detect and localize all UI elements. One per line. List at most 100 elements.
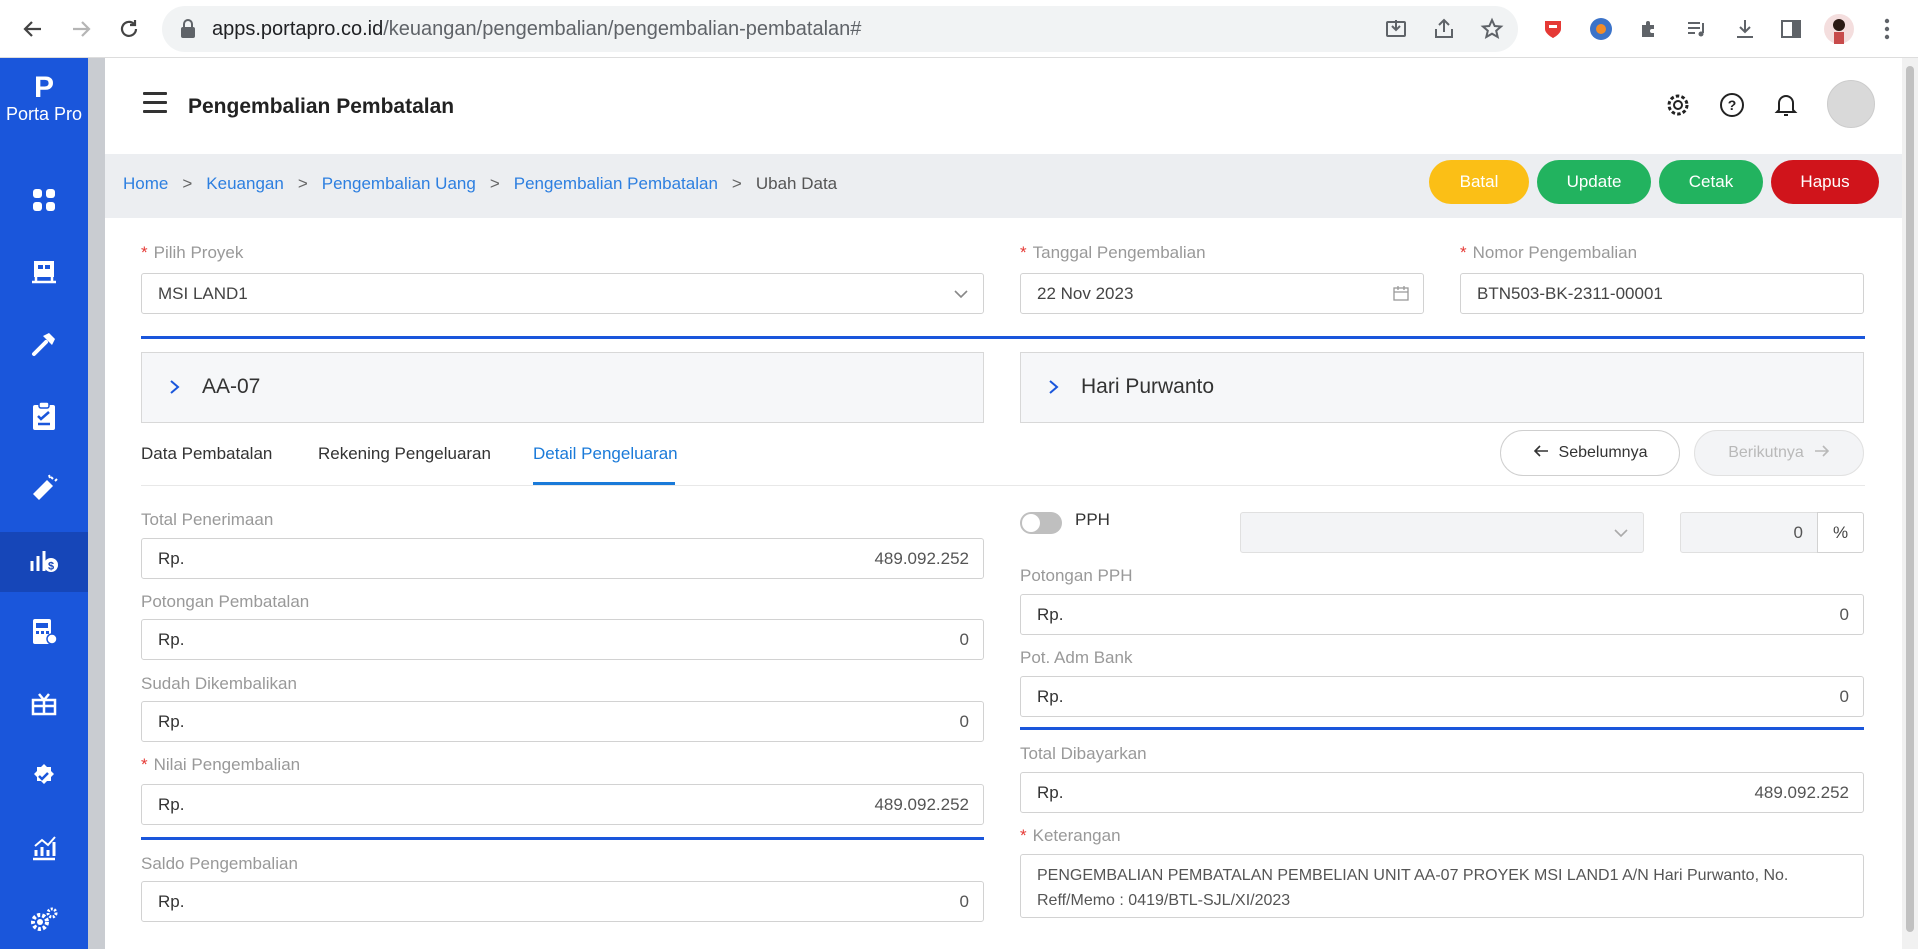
clipboard-icon bbox=[31, 400, 57, 436]
update-button[interactable]: Update bbox=[1537, 160, 1651, 204]
customer-card[interactable]: Hari Purwanto bbox=[1020, 352, 1864, 423]
nomor-label: * Nomor Pengembalian bbox=[1460, 243, 1638, 262]
batal-button[interactable]: Batal bbox=[1429, 160, 1529, 204]
extension-shield-icon[interactable] bbox=[1536, 12, 1570, 46]
sidebar-item-finance[interactable]: $ bbox=[0, 532, 88, 592]
pph-toggle[interactable] bbox=[1020, 512, 1062, 534]
sidebar-item-marketing[interactable] bbox=[0, 460, 88, 520]
media-queue-icon[interactable] bbox=[1680, 12, 1714, 46]
app-logo[interactable]: P Porta Pro bbox=[0, 72, 88, 125]
user-avatar[interactable] bbox=[1827, 80, 1875, 128]
breadcrumb-separator: > bbox=[489, 174, 500, 193]
total-dibayarkan-field[interactable]: Rp. 489.092.252 bbox=[1020, 772, 1864, 813]
breadcrumb-separator: > bbox=[297, 174, 308, 193]
bell-icon[interactable] bbox=[1769, 88, 1803, 122]
total-penerimaan-field[interactable]: Rp. 489.092.252 bbox=[141, 538, 984, 579]
unit-card[interactable]: AA-07 bbox=[141, 352, 984, 423]
install-icon[interactable] bbox=[1384, 17, 1408, 46]
total-penerimaan-label: Total Penerimaan bbox=[141, 510, 274, 529]
chevron-right-icon bbox=[168, 377, 182, 402]
settings-icon bbox=[29, 906, 59, 939]
sidebar-item-property[interactable] bbox=[0, 244, 88, 304]
pot-adm-bank-label: Pot. Adm Bank bbox=[1020, 648, 1133, 667]
cetak-button[interactable]: Cetak bbox=[1659, 160, 1763, 204]
extension-circle-icon[interactable] bbox=[1584, 12, 1618, 46]
potongan-pembatalan-field[interactable]: Rp. 0 bbox=[141, 619, 984, 660]
saldo-pengembalian-label: Saldo Pengembalian bbox=[141, 854, 298, 873]
sidebar-item-report[interactable] bbox=[0, 820, 88, 880]
chevron-right-icon bbox=[1047, 377, 1061, 402]
breadcrumb-pengembalian-pembatalan[interactable]: Pengembalian Pembatalan bbox=[514, 174, 718, 194]
browser-toolbar: apps.portapro.co.id/keuangan/pengembalia… bbox=[0, 0, 1918, 58]
help-icon[interactable]: ? bbox=[1715, 88, 1749, 122]
percent-addon: % bbox=[1817, 512, 1864, 553]
sidebar-item-approval[interactable] bbox=[0, 748, 88, 808]
breadcrumb-separator: > bbox=[731, 174, 742, 193]
address-bar[interactable]: apps.portapro.co.id/keuangan/pengembalia… bbox=[162, 6, 1518, 52]
url-text: apps.portapro.co.id/keuangan/pengembalia… bbox=[212, 18, 862, 40]
tab-detail-pengeluaran[interactable]: Detail Pengeluaran bbox=[533, 444, 678, 464]
tab-rekening-pengeluaran[interactable]: Rekening Pengeluaran bbox=[318, 444, 491, 464]
unit-code: AA-07 bbox=[202, 375, 261, 398]
menu-toggle-icon[interactable] bbox=[143, 92, 167, 114]
share-icon[interactable] bbox=[1432, 17, 1456, 46]
previous-button[interactable]: Sebelumnya bbox=[1500, 430, 1680, 476]
lock-icon bbox=[180, 19, 196, 44]
billing-icon bbox=[30, 617, 58, 652]
page-title: Pengembalian Pembatalan bbox=[188, 95, 455, 118]
next-button[interactable]: Berikutnya bbox=[1694, 430, 1864, 476]
pot-adm-bank-field[interactable]: Rp. 0 bbox=[1020, 676, 1864, 717]
pph-percent-input[interactable]: 0 bbox=[1680, 512, 1818, 553]
reload-icon[interactable] bbox=[112, 12, 146, 46]
tanggal-field[interactable]: 22 Nov 2023 bbox=[1020, 273, 1424, 314]
extensions-puzzle-icon[interactable] bbox=[1632, 12, 1666, 46]
left-divider bbox=[141, 837, 984, 840]
keterangan-label: * Keterangan bbox=[1020, 826, 1121, 845]
proyek-label: * Pilih Proyek bbox=[141, 243, 244, 262]
tab-data-pembatalan[interactable]: Data Pembatalan bbox=[141, 444, 272, 464]
page-scrollbar[interactable] bbox=[1902, 58, 1918, 949]
customer-name: Hari Purwanto bbox=[1081, 375, 1215, 398]
potongan-pph-field[interactable]: Rp. 0 bbox=[1020, 594, 1864, 635]
sidebar-item-billing[interactable] bbox=[0, 604, 88, 664]
breadcrumb-current: Ubah Data bbox=[755, 174, 838, 193]
right-divider bbox=[1020, 727, 1864, 730]
sidebar-item-dashboard[interactable] bbox=[0, 172, 88, 232]
calendar-icon[interactable] bbox=[1393, 285, 1409, 306]
sidebar-item-handover[interactable] bbox=[0, 676, 88, 736]
section-divider bbox=[141, 336, 1865, 339]
hapus-button[interactable]: Hapus bbox=[1771, 160, 1879, 204]
saldo-pengembalian-field[interactable]: Rp. 0 bbox=[141, 881, 984, 922]
keterangan-textarea[interactable]: PENGEMBALIAN PEMBATALAN PEMBELIAN UNIT A… bbox=[1020, 854, 1864, 918]
nilai-pengembalian-label: * Nilai Pengembalian bbox=[141, 755, 301, 774]
side-panel-icon[interactable] bbox=[1774, 12, 1808, 46]
hammer-icon bbox=[30, 330, 58, 363]
breadcrumb-separator: > bbox=[182, 174, 193, 193]
breadcrumb-pengembalian-uang[interactable]: Pengembalian Uang bbox=[322, 174, 476, 194]
finance-icon: $ bbox=[29, 545, 59, 580]
handover-icon bbox=[30, 690, 58, 723]
download-icon[interactable] bbox=[1728, 12, 1762, 46]
sidebar-item-tasks[interactable] bbox=[0, 388, 88, 448]
breadcrumb-bar: Home > Keuangan > Pengembalian Uang > Pe… bbox=[105, 154, 1902, 218]
chevron-down-icon bbox=[1613, 525, 1629, 545]
profile-avatar-icon[interactable] bbox=[1822, 12, 1856, 46]
sudah-dikembalikan-field[interactable]: Rp. 0 bbox=[141, 701, 984, 742]
bookmark-star-icon[interactable] bbox=[1480, 17, 1504, 46]
breadcrumb-keuangan[interactable]: Keuangan bbox=[206, 174, 284, 194]
pph-type-select[interactable] bbox=[1240, 512, 1644, 553]
gear-icon[interactable] bbox=[1661, 88, 1695, 122]
nilai-pengembalian-field[interactable]: Rp. 489.092.252 bbox=[141, 784, 984, 825]
sidebar-divider bbox=[88, 58, 105, 949]
forward-icon[interactable] bbox=[64, 12, 98, 46]
sidebar-item-settings[interactable] bbox=[0, 892, 88, 949]
tanggal-label: * Tanggal Pengembalian bbox=[1020, 243, 1206, 262]
browser-menu-icon[interactable] bbox=[1870, 12, 1904, 46]
proyek-select[interactable]: MSI LAND1 bbox=[141, 273, 984, 314]
back-icon[interactable] bbox=[16, 12, 50, 46]
potongan-pembatalan-label: Potongan Pembatalan bbox=[141, 592, 310, 611]
breadcrumb-home[interactable]: Home bbox=[123, 174, 168, 194]
nomor-field[interactable]: BTN503-BK-2311-00001 bbox=[1460, 273, 1864, 314]
sidebar: P Porta Pro $ bbox=[0, 58, 88, 949]
sidebar-item-construction[interactable] bbox=[0, 316, 88, 376]
